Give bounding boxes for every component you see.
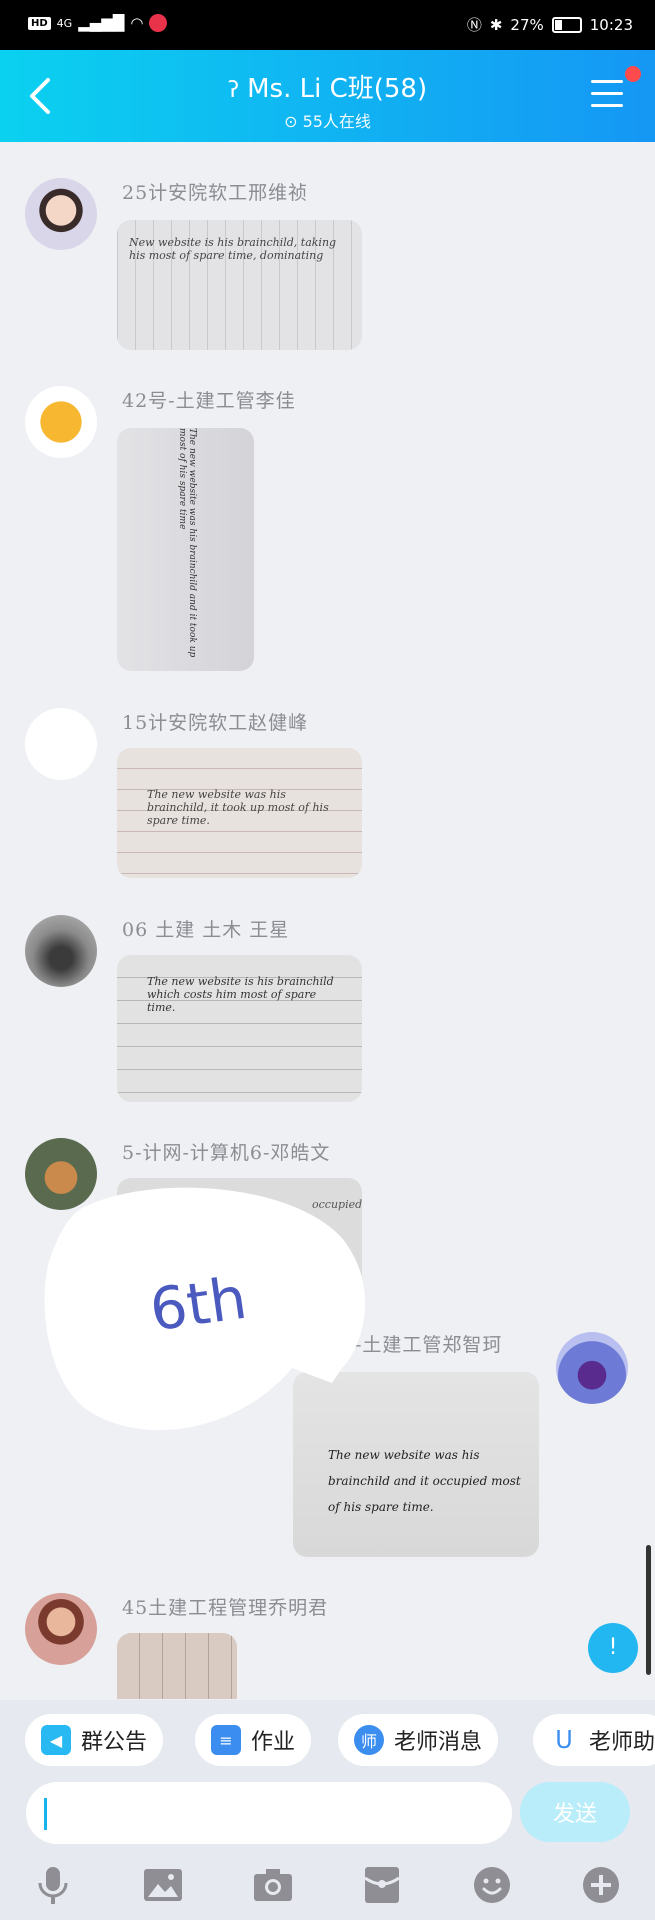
image-handwriting: The new website was his brainchild and i… [177, 428, 197, 658]
chip-label: 老师助 [589, 1730, 655, 1755]
input-toolbar [0, 1850, 655, 1920]
microphone-icon [38, 1867, 68, 1904]
image-handwriting: New website is his brainchild, taking hi… [129, 236, 337, 262]
avatar[interactable] [25, 386, 97, 458]
voice-button[interactable] [28, 1860, 78, 1910]
chat-title: ʔ Ms. Li C班(58) [0, 68, 655, 105]
check-circle-icon: ⊙ [284, 112, 298, 131]
online-count-text: 55人在线 [302, 112, 371, 131]
image-message[interactable]: The new website was his brainchild, it t… [117, 748, 362, 878]
teacher-messages-button[interactable]: 师 老师消息 [338, 1714, 499, 1766]
image-message[interactable]: New website is his brainchild, taking hi… [117, 220, 362, 350]
more-button[interactable] [576, 1860, 626, 1910]
online-count: ⊙ 55人在线 [0, 108, 655, 132]
signal-label: 4G [56, 16, 73, 30]
teacher-assistant-button[interactable]: ᑌ 老师助 [533, 1714, 655, 1766]
teacher-icon: 师 [354, 1725, 384, 1755]
unread-dot [625, 66, 641, 82]
sender-name: -土建工管郑智珂 [355, 1334, 503, 1356]
clock: 10:23 [589, 15, 633, 34]
avatar[interactable] [25, 178, 97, 250]
image-message[interactable]: The new website is his brainchild which … [117, 955, 362, 1102]
chat-header: ʔ Ms. Li C班(58) ⊙ 55人在线 [0, 50, 655, 142]
scrollbar[interactable] [646, 1545, 651, 1675]
composer: 发送 [0, 1770, 655, 1850]
wifi-icon: ◠ [130, 14, 144, 32]
red-packet-icon [364, 1867, 400, 1903]
battery-percent: 27% [510, 15, 544, 34]
text-caret [44, 1798, 47, 1830]
plus-icon [583, 1867, 619, 1903]
avatar[interactable] [25, 1593, 97, 1665]
chip-label: 群公告 [81, 1730, 148, 1755]
image-message[interactable] [117, 1633, 237, 1699]
sender-name: 15计安院软工赵健峰 [122, 712, 309, 734]
quick-actions-bar: ◀ 群公告 ≡ 作业 师 老师消息 ᑌ 老师助 [0, 1700, 655, 1770]
image-message[interactable]: The new website was his brainchild and i… [117, 428, 254, 671]
notification-icon [149, 14, 168, 32]
avatar[interactable] [556, 1332, 628, 1404]
send-button[interactable]: 发送 [520, 1782, 630, 1842]
image-icon [144, 1869, 182, 1901]
image-button[interactable] [138, 1860, 188, 1910]
megaphone-icon: ◀ [41, 1725, 71, 1755]
chat-title-text: Ms. Li C班(58) [247, 74, 428, 104]
ear-icon: ʔ [227, 78, 240, 103]
announcement-button[interactable]: ◀ 群公告 [25, 1714, 164, 1766]
sender-name: 5-计网-计算机6-邓皓文 [122, 1142, 331, 1164]
nfc-icon: Ⓝ [466, 16, 482, 34]
battery-icon [551, 16, 582, 33]
hd-badge: HD [28, 16, 51, 30]
emoji-button[interactable] [467, 1860, 517, 1910]
menu-button[interactable] [591, 80, 623, 110]
avatar[interactable] [25, 708, 97, 780]
message-input[interactable] [26, 1782, 512, 1844]
signal-icon: ▂▄▆█ [78, 14, 125, 32]
sender-name: 06 土建 土木 王星 [122, 919, 290, 941]
avatar[interactable] [25, 915, 97, 987]
homework-icon: ≡ [211, 1725, 241, 1755]
red-packet-button[interactable] [357, 1860, 407, 1910]
annotation-text: 6th [145, 1263, 251, 1345]
chip-label: 老师消息 [394, 1730, 483, 1755]
chip-label: 作业 [251, 1730, 296, 1755]
image-handwriting: The new website was his brainchild, it t… [147, 788, 329, 827]
assistant-icon: ᑌ [549, 1725, 579, 1755]
sender-name: 42号-土建工管李佳 [122, 390, 296, 412]
sender-name: 45土建工程管理乔明君 [122, 1597, 329, 1619]
camera-icon [254, 1869, 292, 1901]
bluetooth-icon: ✱ [489, 15, 503, 34]
sender-name: 25计安院软工邢维祯 [122, 182, 309, 204]
floating-action-button[interactable]: ! [588, 1623, 638, 1673]
homework-button[interactable]: ≡ 作业 [195, 1714, 312, 1766]
emoji-icon [474, 1867, 510, 1903]
status-bar: HD 4G ▂▄▆█ ◠ Ⓝ ✱ 27% 10:23 [0, 0, 655, 50]
image-handwriting: The new website is his brainchild which … [147, 975, 334, 1014]
floating-button-label: ! [608, 1635, 618, 1660]
camera-button[interactable] [248, 1860, 298, 1910]
